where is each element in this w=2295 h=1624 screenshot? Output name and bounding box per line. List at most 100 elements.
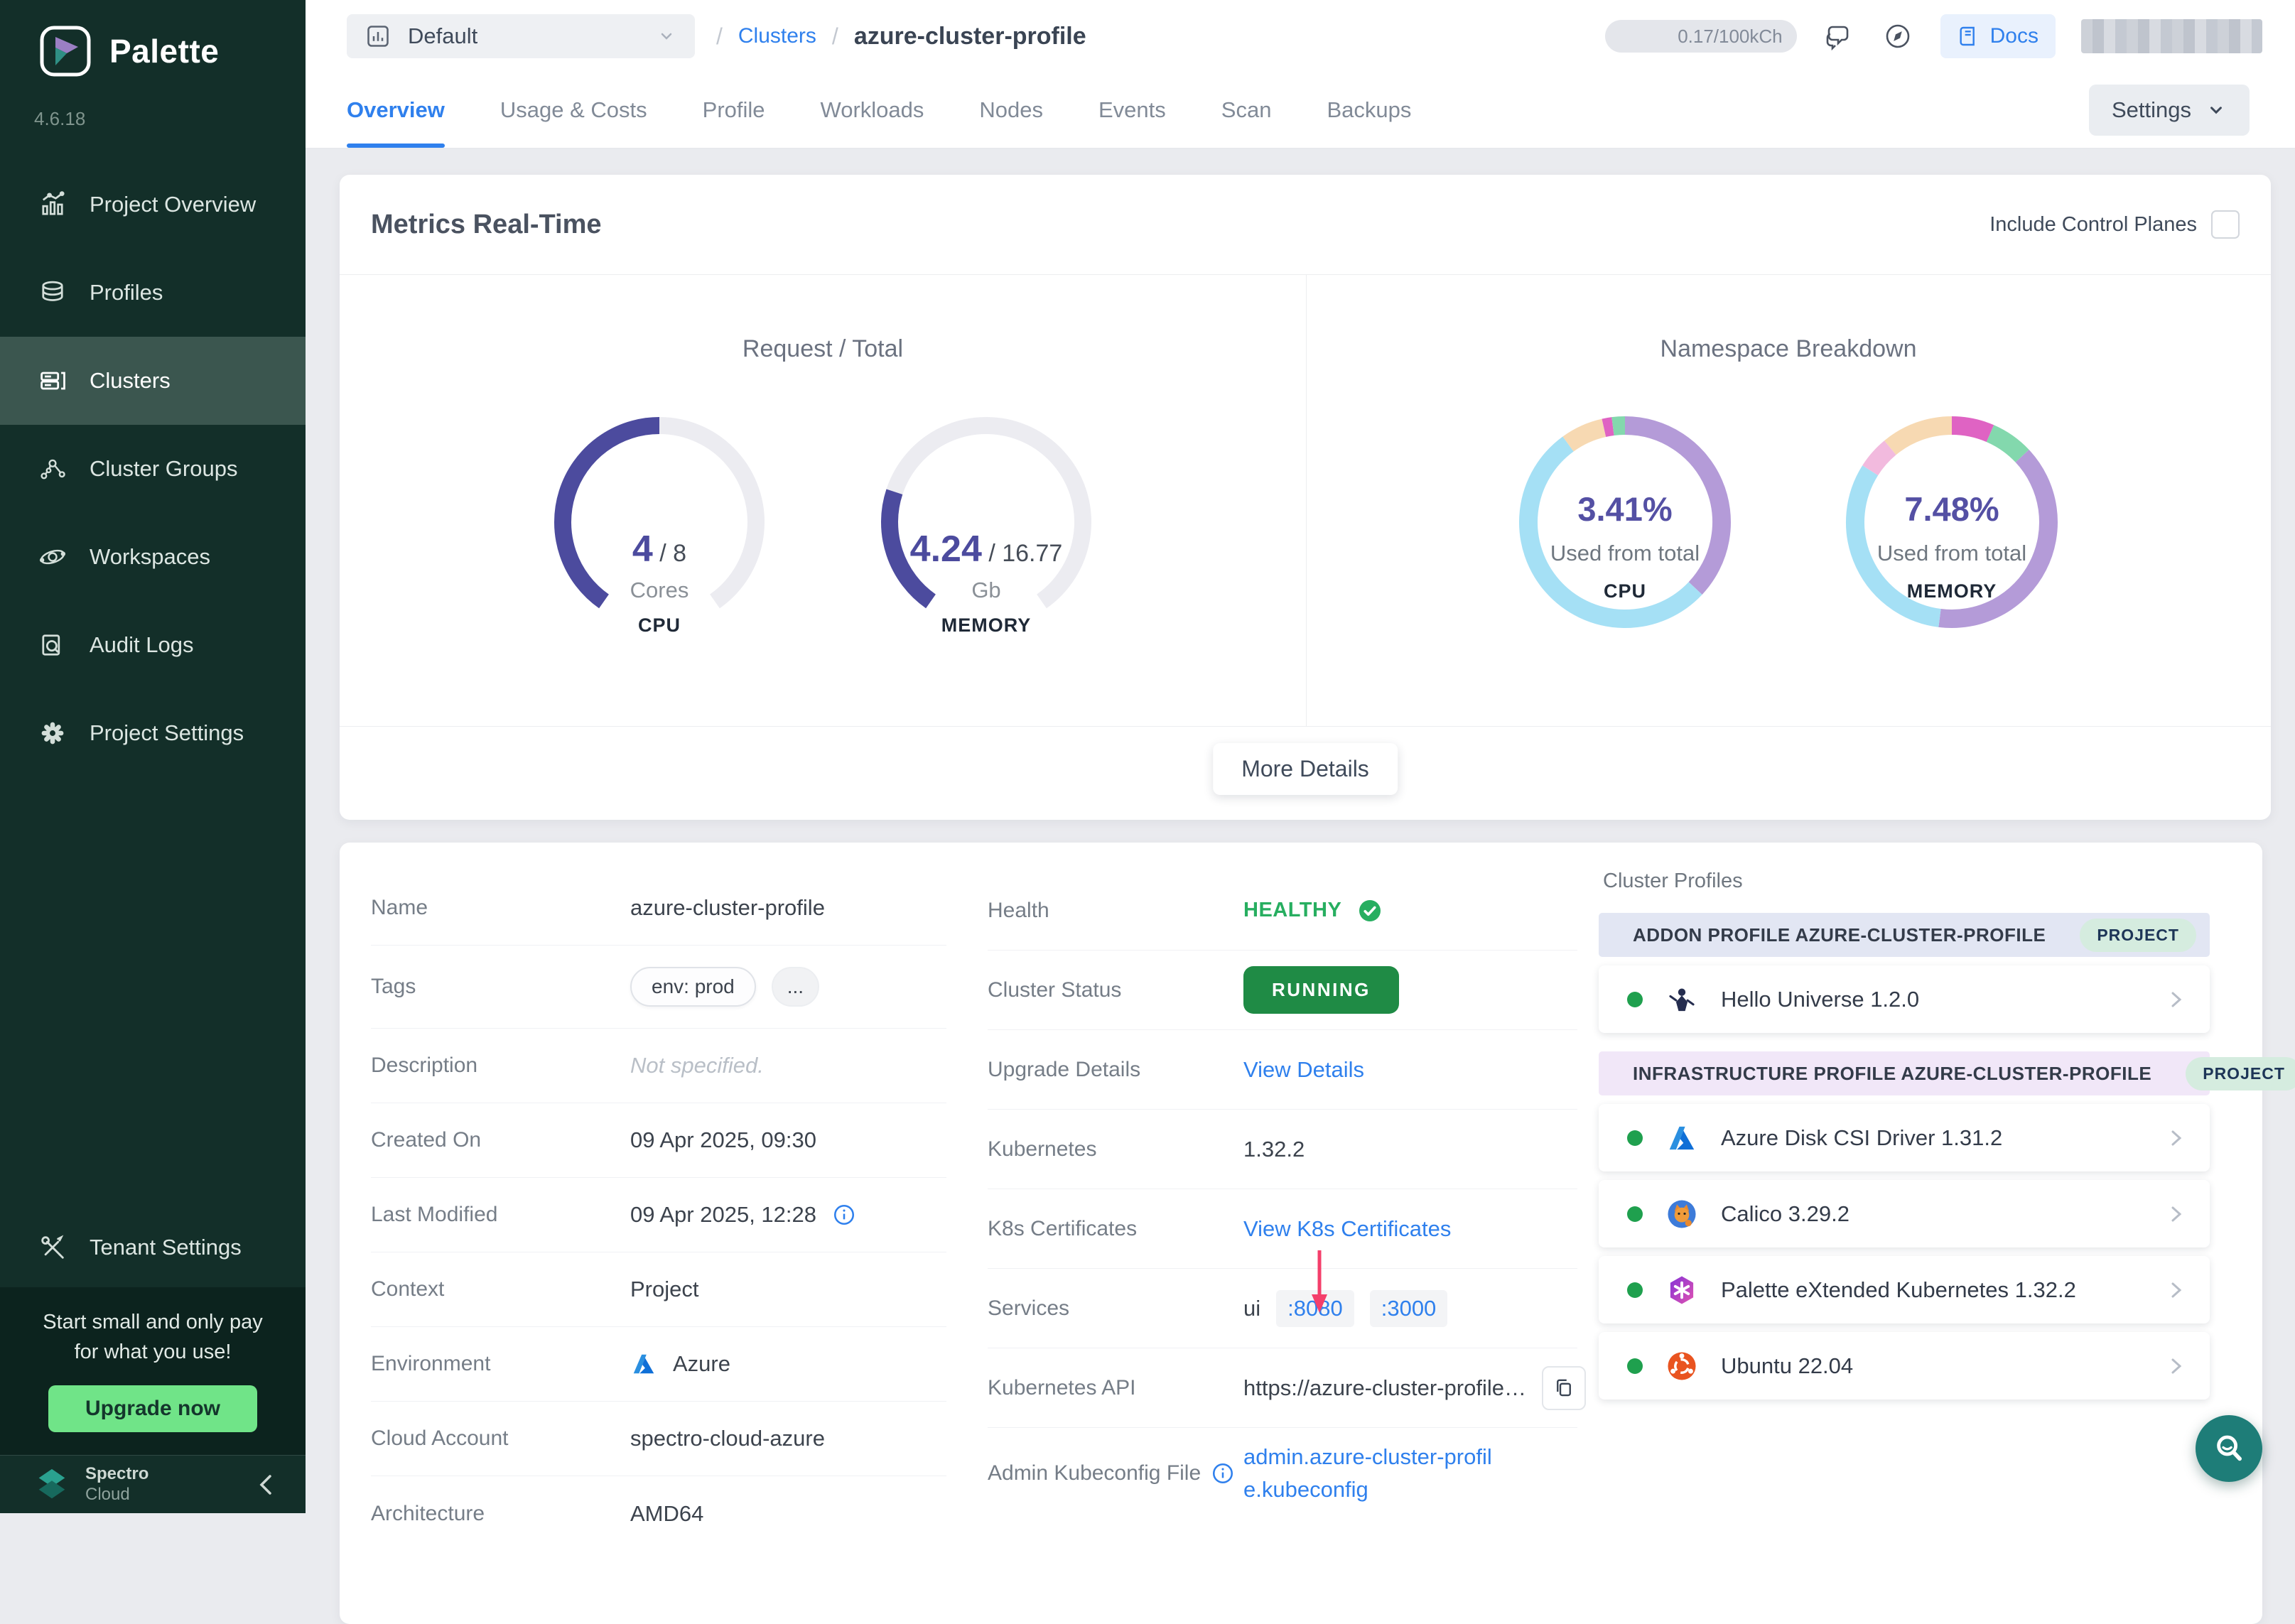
detail-row-cloud-account: Cloud Account spectro-cloud-azure [371,1402,946,1476]
topbar: Default / Clusters / azure-cluster-profi… [306,0,2295,72]
tags-more-button[interactable]: ... [772,967,819,1007]
chat-icon [1822,20,1855,53]
chat-button[interactable] [1822,20,1855,53]
profile-pack-pxk[interactable]: Palette eXtended Kubernetes 1.32.2 [1599,1256,2210,1323]
breadcrumb-separator: / [716,23,723,50]
hello-universe-icon [1665,983,1698,1016]
check-circle-icon [1357,898,1383,924]
cpu-gauge-chart [539,401,780,643]
project-overview-icon [37,189,68,220]
infrastructure-profile-header[interactable]: INFRASTRUCTURE PROFILE AZURE-CLUSTER-PRO… [1599,1051,2210,1095]
search-icon [2209,1429,2249,1468]
project-settings-icon [37,718,68,749]
breadcrumb-clusters-link[interactable]: Clusters [738,24,816,48]
detail-row-context: Context Project [371,1252,946,1327]
health-status: HEALTHY [1243,899,1341,922]
info-icon[interactable] [1211,1461,1235,1485]
user-name-redacted[interactable] [2081,19,2262,53]
details-middle-column: Health HEALTHY Cluster Status RUNNING Up… [988,871,1577,1519]
docs-button[interactable]: Docs [1940,14,2056,58]
infrastructure-profile-title: INFRASTRUCTURE PROFILE AZURE-CLUSTER-PRO… [1633,1063,2151,1085]
sidebar-item-label: Audit Logs [90,632,194,658]
tab-nodes[interactable]: Nodes [979,72,1043,148]
detail-row-kubernetes: Kubernetes 1.32.2 [988,1110,1577,1189]
cloud-account-value: spectro-cloud-azure [630,1426,825,1451]
tag-env-prod[interactable]: env: prod [630,967,756,1007]
details-left-column: Name azure-cluster-profile Tags env: pro… [371,871,946,1551]
tenant-settings-icon [37,1232,68,1263]
app-name: Palette [109,32,219,70]
settings-button[interactable]: Settings [2089,85,2250,136]
addon-profile-header[interactable]: ADDON PROFILE AZURE-CLUSTER-PROFILE PROJ… [1599,913,2210,957]
calico-icon [1665,1198,1698,1230]
project-selector[interactable]: Default [347,14,695,58]
sidebar-item-profiles[interactable]: Profiles [0,249,306,337]
sidebar: Palette 4.6.18 Project Overview Profiles [0,0,306,1513]
service-port-8080-link[interactable]: :8080 [1276,1290,1354,1327]
view-k8s-certificates-link[interactable]: View K8s Certificates [1243,1216,1451,1242]
docs-label: Docs [1990,24,2038,48]
search-fab-button[interactable] [2196,1415,2262,1482]
kubernetes-api-url: https://azure-cluster-profile… [1243,1375,1526,1401]
info-icon[interactable] [832,1203,856,1227]
include-control-planes-checkbox[interactable] [2211,210,2240,239]
view-details-link[interactable]: View Details [1243,1057,1364,1083]
sidebar-item-label: Cluster Groups [90,456,237,482]
tab-usage-costs[interactable]: Usage & Costs [500,72,647,148]
profile-pack-hello-universe[interactable]: Hello Universe 1.2.0 [1599,965,2210,1033]
detail-row-upgrade-details: Upgrade Details View Details [988,1030,1577,1110]
sidebar-item-label: Project Overview [90,192,256,217]
sidebar-item-clusters[interactable]: Clusters [0,337,306,425]
sidebar-item-project-overview[interactable]: Project Overview [0,161,306,249]
request-total-panel: Request / Total 4 / 8 Cores CPU 4.24 / 1… [340,274,1306,726]
cluster-details-card: Name azure-cluster-profile Tags env: pro… [340,843,2262,1624]
kubeconfig-file-link[interactable]: admin.azure-cluster-profile.kubeconfig [1243,1441,1499,1507]
cpu-donut: 3.41% Used from total CPU [1504,401,1746,643]
detail-row-created-on: Created On 09 Apr 2025, 09:30 [371,1103,946,1178]
tab-profile[interactable]: Profile [703,72,765,148]
cluster-tabbar: Overview Usage & Costs Profile Workloads… [306,72,2295,149]
breadcrumb-separator: / [832,23,838,50]
cpu-gauge-label: CPU [539,615,780,637]
tab-workloads[interactable]: Workloads [821,72,924,148]
memory-gauge-unit: Gb [865,578,1107,603]
detail-row-cluster-status: Cluster Status RUNNING [988,951,1577,1030]
sidebar-item-workspaces[interactable]: Workspaces [0,513,306,601]
sidebar-item-audit-logs[interactable]: Audit Logs [0,601,306,689]
tab-events[interactable]: Events [1098,72,1166,148]
chevron-right-icon [2167,1278,2186,1302]
sidebar-item-project-settings[interactable]: Project Settings [0,689,306,777]
upgrade-now-button[interactable]: Upgrade now [48,1385,257,1432]
cluster-profiles-panel: Cluster Profiles ADDON PROFILE AZURE-CLU… [1599,857,2210,1400]
sidebar-item-tenant-settings[interactable]: Tenant Settings [0,1203,306,1292]
service-port-3000-link[interactable]: :3000 [1370,1290,1448,1327]
profile-pack-calico[interactable]: Calico 3.29.2 [1599,1180,2210,1247]
pack-name: Hello Universe 1.2.0 [1721,987,1919,1012]
book-icon [1958,25,1980,48]
brand-name: Spectro Cloud [85,1464,148,1505]
context-value: Project [630,1277,698,1302]
pack-status-dot [1627,1130,1643,1146]
detail-row-architecture: Architecture AMD64 [371,1476,946,1551]
tab-overview[interactable]: Overview [347,72,445,148]
page-title: azure-cluster-profile [854,23,1086,50]
tab-scan[interactable]: Scan [1221,72,1272,148]
detail-row-admin-kubeconfig: Admin Kubeconfig File admin.azure-cluste… [988,1428,1577,1519]
profile-pack-azure-disk-csi[interactable]: Azure Disk CSI Driver 1.31.2 [1599,1104,2210,1171]
sidebar-item-label: Profiles [90,280,163,305]
more-details-button[interactable]: More Details [1213,743,1398,795]
palette-logo-icon [38,24,92,78]
upgrade-promo: Start small and only pay for what you us… [0,1287,306,1455]
detail-row-name: Name azure-cluster-profile [371,871,946,946]
profile-pack-ubuntu[interactable]: Ubuntu 22.04 [1599,1332,2210,1400]
pack-status-dot [1627,1358,1643,1374]
explore-button[interactable] [1881,19,1915,53]
chevron-right-icon [2167,987,2186,1012]
cluster-profiles-title: Cluster Profiles [1603,870,2210,893]
memory-donut: 7.48% Used from total MEMORY [1831,401,2073,643]
sidebar-item-cluster-groups[interactable]: Cluster Groups [0,425,306,513]
copy-api-url-button[interactable] [1542,1366,1586,1410]
detail-row-health: Health HEALTHY [988,871,1577,951]
tab-backups[interactable]: Backups [1327,72,1411,148]
collapse-sidebar-icon[interactable] [256,1471,277,1499]
